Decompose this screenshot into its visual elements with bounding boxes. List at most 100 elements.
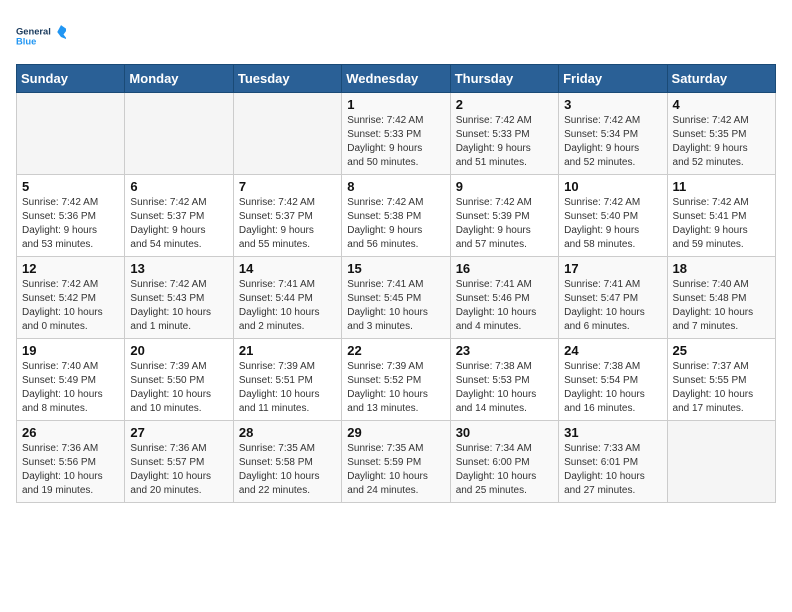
day-number: 27 (130, 425, 227, 440)
calendar-cell: 14 Sunrise: 7:41 AM Sunset: 5:44 PM Dayli… (233, 257, 341, 339)
day-number: 15 (347, 261, 444, 276)
day-number: 12 (22, 261, 119, 276)
calendar-cell (125, 93, 233, 175)
day-header: Monday (125, 65, 233, 93)
calendar-cell: 13 Sunrise: 7:42 AM Sunset: 5:43 PM Dayli… (125, 257, 233, 339)
calendar-cell: 29Sunrise: 7:35 AM Sunset: 5:59 PM Dayli… (342, 421, 450, 503)
calendar-cell: 5 Sunrise: 7:42 AM Sunset: 5:36 PM Daylig… (17, 175, 125, 257)
day-number: 19 (22, 343, 119, 358)
day-info: Sunrise: 7:37 AM Sunset: 5:55 PM Dayligh… (673, 360, 770, 416)
day-info: Sunrise: 7:42 AM Sunset: 5:38 PM Dayligh… (347, 196, 444, 252)
day-number: 16 (456, 261, 553, 276)
svg-text:Blue: Blue (16, 36, 36, 46)
day-info: Sunrise: 7:36 AM Sunset: 5:57 PM Dayligh… (130, 442, 227, 498)
day-info: Sunrise: 7:42 AM Sunset: 5:43 PM Dayligh… (130, 278, 227, 334)
calendar-table: SundayMondayTuesdayWednesdayThursdayFrid… (16, 64, 776, 503)
day-info: Sunrise: 7:33 AM Sunset: 6:01 PM Dayligh… (564, 442, 661, 498)
calendar-cell: 1Sunrise: 7:42 AM Sunset: 5:33 PM Daylig… (342, 93, 450, 175)
calendar-cell (233, 93, 341, 175)
day-number: 8 (347, 179, 444, 194)
calendar-cell: 24 Sunrise: 7:38 AM Sunset: 5:54 PM Dayli… (559, 339, 667, 421)
calendar-week-row: 1Sunrise: 7:42 AM Sunset: 5:33 PM Daylig… (17, 93, 776, 175)
day-number: 20 (130, 343, 227, 358)
calendar-cell (17, 93, 125, 175)
day-info: Sunrise: 7:38 AM Sunset: 5:54 PM Dayligh… (564, 360, 661, 416)
day-number: 3 (564, 97, 661, 112)
day-info: Sunrise: 7:42 AM Sunset: 5:33 PM Dayligh… (456, 114, 553, 170)
day-header: Tuesday (233, 65, 341, 93)
calendar-cell: 11Sunrise: 7:42 AM Sunset: 5:41 PM Dayli… (667, 175, 775, 257)
day-info: Sunrise: 7:42 AM Sunset: 5:36 PM Dayligh… (22, 196, 119, 252)
day-number: 24 (564, 343, 661, 358)
day-info: Sunrise: 7:41 AM Sunset: 5:45 PM Dayligh… (347, 278, 444, 334)
day-info: Sunrise: 7:41 AM Sunset: 5:47 PM Dayligh… (564, 278, 661, 334)
calendar-cell: 15 Sunrise: 7:41 AM Sunset: 5:45 PM Dayli… (342, 257, 450, 339)
calendar-week-row: 26 Sunrise: 7:36 AM Sunset: 5:56 PM Dayli… (17, 421, 776, 503)
calendar-cell: 31 Sunrise: 7:33 AM Sunset: 6:01 PM Dayli… (559, 421, 667, 503)
logo: General Blue (16, 16, 66, 56)
day-number: 29 (347, 425, 444, 440)
calendar-cell: 21 Sunrise: 7:39 AM Sunset: 5:51 PM Dayli… (233, 339, 341, 421)
calendar-cell: 20 Sunrise: 7:39 AM Sunset: 5:50 PM Dayli… (125, 339, 233, 421)
day-number: 28 (239, 425, 336, 440)
day-number: 5 (22, 179, 119, 194)
calendar-cell: 9 Sunrise: 7:42 AM Sunset: 5:39 PM Daylig… (450, 175, 558, 257)
day-number: 31 (564, 425, 661, 440)
calendar-cell: 18Sunrise: 7:40 AM Sunset: 5:48 PM Dayli… (667, 257, 775, 339)
day-info: Sunrise: 7:39 AM Sunset: 5:51 PM Dayligh… (239, 360, 336, 416)
calendar-cell: 7 Sunrise: 7:42 AM Sunset: 5:37 PM Daylig… (233, 175, 341, 257)
calendar-cell: 25 Sunrise: 7:37 AM Sunset: 5:55 PM Dayli… (667, 339, 775, 421)
day-number: 2 (456, 97, 553, 112)
day-number: 22 (347, 343, 444, 358)
day-info: Sunrise: 7:34 AM Sunset: 6:00 PM Dayligh… (456, 442, 553, 498)
day-info: Sunrise: 7:40 AM Sunset: 5:48 PM Dayligh… (673, 278, 770, 334)
day-info: Sunrise: 7:42 AM Sunset: 5:37 PM Dayligh… (239, 196, 336, 252)
day-info: Sunrise: 7:38 AM Sunset: 5:53 PM Dayligh… (456, 360, 553, 416)
day-info: Sunrise: 7:36 AM Sunset: 5:56 PM Dayligh… (22, 442, 119, 498)
day-number: 9 (456, 179, 553, 194)
day-info: Sunrise: 7:42 AM Sunset: 5:41 PM Dayligh… (673, 196, 770, 252)
calendar-week-row: 19Sunrise: 7:40 AM Sunset: 5:49 PM Dayli… (17, 339, 776, 421)
day-info: Sunrise: 7:42 AM Sunset: 5:35 PM Dayligh… (673, 114, 770, 170)
calendar-week-row: 5 Sunrise: 7:42 AM Sunset: 5:36 PM Daylig… (17, 175, 776, 257)
day-number: 7 (239, 179, 336, 194)
day-number: 30 (456, 425, 553, 440)
calendar-cell: 10 Sunrise: 7:42 AM Sunset: 5:40 PM Dayli… (559, 175, 667, 257)
calendar-cell: 26 Sunrise: 7:36 AM Sunset: 5:56 PM Dayli… (17, 421, 125, 503)
day-header: Friday (559, 65, 667, 93)
calendar-cell: 17Sunrise: 7:41 AM Sunset: 5:47 PM Dayli… (559, 257, 667, 339)
calendar-cell: 4 Sunrise: 7:42 AM Sunset: 5:35 PM Daylig… (667, 93, 775, 175)
calendar-cell: 3 Sunrise: 7:42 AM Sunset: 5:34 PM Daylig… (559, 93, 667, 175)
calendar-cell: 2 Sunrise: 7:42 AM Sunset: 5:33 PM Daylig… (450, 93, 558, 175)
day-info: Sunrise: 7:42 AM Sunset: 5:39 PM Dayligh… (456, 196, 553, 252)
calendar-cell: 30 Sunrise: 7:34 AM Sunset: 6:00 PM Dayli… (450, 421, 558, 503)
day-info: Sunrise: 7:41 AM Sunset: 5:44 PM Dayligh… (239, 278, 336, 334)
day-number: 4 (673, 97, 770, 112)
calendar-cell: 27 Sunrise: 7:36 AM Sunset: 5:57 PM Dayli… (125, 421, 233, 503)
day-number: 23 (456, 343, 553, 358)
day-info: Sunrise: 7:41 AM Sunset: 5:46 PM Dayligh… (456, 278, 553, 334)
day-number: 14 (239, 261, 336, 276)
day-info: Sunrise: 7:42 AM Sunset: 5:42 PM Dayligh… (22, 278, 119, 334)
days-header-row: SundayMondayTuesdayWednesdayThursdayFrid… (17, 65, 776, 93)
calendar-cell: 23 Sunrise: 7:38 AM Sunset: 5:53 PM Dayli… (450, 339, 558, 421)
day-number: 10 (564, 179, 661, 194)
calendar-cell: 8 Sunrise: 7:42 AM Sunset: 5:38 PM Daylig… (342, 175, 450, 257)
calendar-cell: 6Sunrise: 7:42 AM Sunset: 5:37 PM Daylig… (125, 175, 233, 257)
day-number: 6 (130, 179, 227, 194)
calendar-cell: 16 Sunrise: 7:41 AM Sunset: 5:46 PM Dayli… (450, 257, 558, 339)
calendar-cell: 12 Sunrise: 7:42 AM Sunset: 5:42 PM Dayli… (17, 257, 125, 339)
day-info: Sunrise: 7:42 AM Sunset: 5:33 PM Dayligh… (347, 114, 444, 170)
svg-text:General: General (16, 26, 51, 36)
day-number: 13 (130, 261, 227, 276)
day-number: 26 (22, 425, 119, 440)
calendar-week-row: 12 Sunrise: 7:42 AM Sunset: 5:42 PM Dayli… (17, 257, 776, 339)
day-info: Sunrise: 7:42 AM Sunset: 5:40 PM Dayligh… (564, 196, 661, 252)
day-info: Sunrise: 7:39 AM Sunset: 5:50 PM Dayligh… (130, 360, 227, 416)
day-number: 21 (239, 343, 336, 358)
day-info: Sunrise: 7:39 AM Sunset: 5:52 PM Dayligh… (347, 360, 444, 416)
day-number: 25 (673, 343, 770, 358)
calendar-cell: 22 Sunrise: 7:39 AM Sunset: 5:52 PM Dayli… (342, 339, 450, 421)
day-header: Sunday (17, 65, 125, 93)
day-info: Sunrise: 7:42 AM Sunset: 5:34 PM Dayligh… (564, 114, 661, 170)
